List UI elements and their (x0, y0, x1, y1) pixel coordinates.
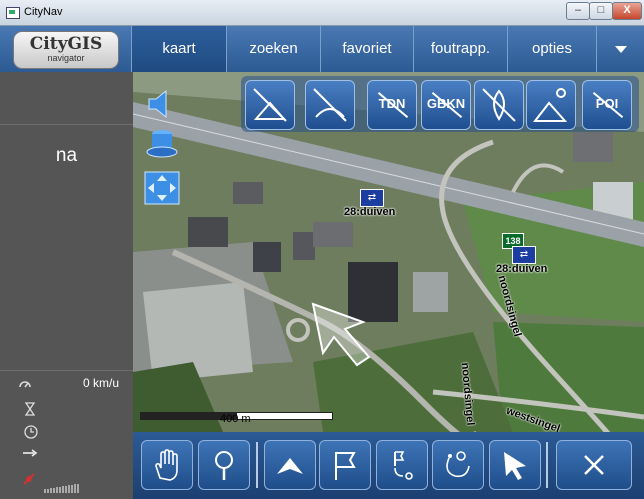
info-sidebar: na 0 km/u (0, 72, 133, 499)
sidebar-divider (0, 124, 133, 125)
navigation-arrow-icon (277, 458, 303, 474)
pan-arrows-icon[interactable] (143, 170, 181, 206)
toolbar-divider (256, 442, 258, 488)
layer-toggle-2-icon (313, 88, 347, 122)
speed-row: 0 km/u (18, 376, 123, 392)
tab-kaart[interactable]: kaart (131, 26, 226, 72)
gps-signal-bars (44, 475, 80, 493)
hand-icon (155, 449, 178, 481)
window-titlebar: CityNav – □ X (0, 0, 644, 26)
fire-dept-icon (482, 88, 516, 122)
citygis-logo: CityGIS navigator (14, 32, 118, 68)
tab-favoriet[interactable]: favoriet (320, 26, 413, 72)
close-icon (584, 455, 604, 475)
loop-route-icon (446, 451, 470, 478)
poi-layer-button[interactable]: POI (582, 80, 632, 130)
maximize-button[interactable]: □ (589, 2, 613, 20)
layer-toggle-1-icon (253, 88, 287, 122)
layer-toggle-1-button[interactable] (245, 80, 295, 130)
current-street-name: na (55, 145, 78, 166)
distance-arrow-icon (23, 449, 38, 457)
pointer-select-button[interactable] (489, 440, 541, 490)
scale-label: 400 m (220, 413, 251, 425)
poi-marker-icon[interactable]: ⇄ (512, 246, 536, 264)
magnifier-icon (215, 451, 233, 480)
satellite-layer-button[interactable] (526, 80, 576, 130)
toolbar-divider (546, 442, 548, 488)
window-title: CityNav (24, 6, 63, 18)
app-icon (6, 7, 20, 19)
gps-signal-row (22, 472, 122, 493)
poi-label-text: 28:duiven (344, 206, 396, 218)
satellite-icon (532, 88, 568, 122)
search-address-button[interactable] (198, 440, 250, 490)
cursor-arrow-icon (504, 452, 526, 480)
poi-label-text: 28:duiven (496, 263, 548, 275)
gps-beacon-icon[interactable] (143, 126, 181, 162)
destination-flag-button[interactable] (319, 440, 371, 490)
flag-icon (335, 452, 356, 480)
tab-foutrapp[interactable]: foutrapp. (413, 26, 507, 72)
sidebar-divider (0, 370, 133, 371)
tabs-more-chevron-icon[interactable] (596, 26, 644, 72)
fire-dept-layer-button[interactable] (474, 80, 524, 130)
hourglass-icon (24, 402, 36, 416)
north-up-button[interactable] (264, 440, 316, 490)
route-icon (394, 451, 413, 480)
tab-opties[interactable]: opties (507, 26, 596, 72)
trip-route-button[interactable] (432, 440, 484, 490)
volume-speaker-icon[interactable] (143, 86, 181, 122)
speedometer-icon (19, 381, 31, 388)
route-button[interactable] (376, 440, 428, 490)
logo-title: CityGIS (29, 34, 103, 54)
close-map-button[interactable] (556, 440, 632, 490)
map-scale: 400 m (140, 412, 333, 428)
close-window-button[interactable]: X (612, 2, 642, 20)
speed-value: 0 km/u (82, 376, 119, 390)
satellite-status-icon (23, 473, 35, 485)
logo-subtitle: navigator (47, 53, 85, 63)
gbkn-layer-button[interactable]: GBKN (421, 80, 471, 130)
minimize-button[interactable]: – (566, 2, 590, 20)
tdn-layer-button[interactable]: TDN (367, 80, 417, 130)
clock-icon (24, 425, 38, 439)
tab-zoeken[interactable]: zoeken (226, 26, 320, 72)
layer-toggle-2-button[interactable] (305, 80, 355, 130)
pan-hand-button[interactable] (141, 440, 193, 490)
poi-marker-icon[interactable]: ⇄ (360, 189, 384, 207)
